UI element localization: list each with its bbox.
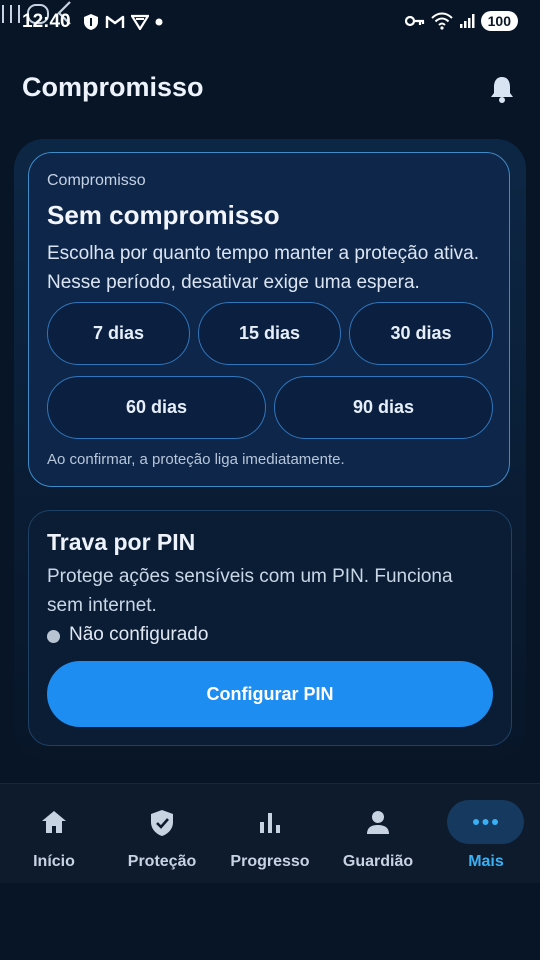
dot-icon xyxy=(155,18,163,26)
bar-chart-icon xyxy=(260,813,280,833)
more-dots-icon xyxy=(473,819,498,825)
page-title: Compromisso xyxy=(22,72,204,102)
nav-item-protecao[interactable]: Proteção xyxy=(108,784,216,884)
battery-level: 100 xyxy=(480,11,518,31)
nav-item-guardiao[interactable]: Guardião xyxy=(324,784,432,884)
bell-icon[interactable] xyxy=(487,74,517,104)
commitment-title: Sem compromisso xyxy=(47,200,280,230)
commitment-description: Escolha por quanto tempo manter a proteç… xyxy=(47,243,479,293)
system-nav-bar xyxy=(0,883,540,960)
commitment-footnote: Ao confirmar, a proteção liga imediatame… xyxy=(47,451,345,468)
nav-label: Mais xyxy=(468,853,504,870)
home-icon xyxy=(42,811,66,833)
status-dot-icon xyxy=(47,630,60,643)
option-30-days-button[interactable]: 30 dias xyxy=(349,302,493,365)
nav-active-indicator[interactable] xyxy=(447,800,524,844)
nav-label: Início xyxy=(33,853,75,870)
signal-icon xyxy=(459,14,475,28)
nav-item-progresso[interactable]: Progresso xyxy=(216,784,324,884)
nav-label: Proteção xyxy=(127,853,197,870)
wifi-icon xyxy=(430,12,453,30)
pin-title: Trava por PIN xyxy=(47,529,196,555)
status-notification-icons xyxy=(83,13,163,31)
option-7-days-button[interactable]: 7 dias xyxy=(47,302,190,365)
nav-label: Guardião xyxy=(342,853,414,870)
person-icon xyxy=(367,811,389,834)
option-15-days-button[interactable]: 15 dias xyxy=(198,302,341,365)
commitment-eyebrow: Compromisso xyxy=(47,172,146,189)
configure-pin-button[interactable]: Configurar PIN xyxy=(47,661,493,727)
vpn-icon xyxy=(131,14,149,30)
pin-status-text: Não configurado xyxy=(69,624,209,645)
gmail-icon xyxy=(105,15,125,28)
option-90-days-button[interactable]: 90 dias xyxy=(274,376,493,439)
shield-status-icon xyxy=(84,14,98,30)
nav-label: Progresso xyxy=(230,853,310,870)
shield-check-icon xyxy=(151,810,173,836)
key-icon xyxy=(404,15,424,27)
status-bar: 12:40 100 xyxy=(0,0,540,46)
nav-item-inicio[interactable]: Início xyxy=(0,784,108,884)
option-60-days-button[interactable]: 60 dias xyxy=(47,376,266,439)
pin-status: Não configurado xyxy=(47,624,208,646)
status-time: 12:40 xyxy=(22,11,71,32)
pin-description: Protege ações sensíveis com um PIN. Func… xyxy=(47,566,453,616)
